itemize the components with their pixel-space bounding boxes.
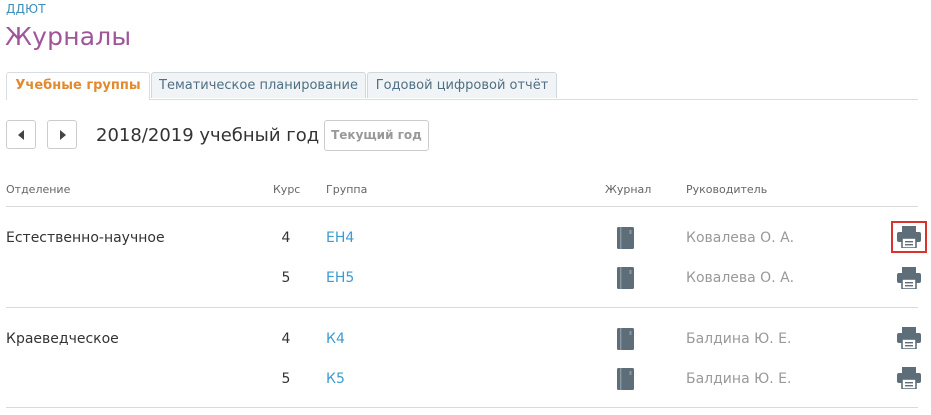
triangle-left-icon <box>18 130 24 140</box>
printer-icon[interactable] <box>895 264 923 292</box>
journal-book-icon[interactable] <box>617 227 634 249</box>
group-link[interactable]: ЕН5 <box>326 270 354 286</box>
journal-book-icon[interactable] <box>617 328 634 350</box>
previous-year-button[interactable] <box>6 120 36 149</box>
current-year-button[interactable]: Текущий год <box>324 120 429 151</box>
course-cell: 5 <box>281 270 291 286</box>
group-link[interactable]: К5 <box>326 371 345 387</box>
group-link[interactable]: К4 <box>326 331 345 347</box>
leader-name: Балдина Ю. Е. <box>686 371 792 387</box>
section-divider <box>6 407 918 408</box>
academic-year-label: 2018/2019 учебный год <box>96 125 320 146</box>
department-name: Краеведческое <box>6 331 119 347</box>
journal-book-icon[interactable] <box>617 368 634 390</box>
leader-name: Балдина Ю. Е. <box>686 331 792 347</box>
printer-icon[interactable] <box>895 364 923 392</box>
page-title: Журналы <box>5 22 132 51</box>
column-header-department: Отделение <box>6 183 71 196</box>
course-cell: 4 <box>281 230 291 246</box>
column-header-leader: Руководитель <box>686 183 768 196</box>
column-header-journal: Журнал <box>605 183 652 196</box>
group-link[interactable]: ЕН4 <box>326 230 354 246</box>
header-divider <box>6 206 918 207</box>
next-year-button[interactable] <box>47 120 77 149</box>
tab-study-groups[interactable]: Учебные группы <box>6 72 150 100</box>
triangle-right-icon <box>60 130 66 140</box>
tab-bar: Учебные группы Тематическое планирование… <box>6 72 918 100</box>
journal-book-icon[interactable] <box>617 267 634 289</box>
section-divider <box>6 307 918 308</box>
leader-name: Ковалева О. А. <box>686 270 795 286</box>
column-header-course: Курс <box>273 183 301 196</box>
printer-icon[interactable] <box>891 221 927 253</box>
column-header-group: Группа <box>326 183 368 196</box>
leader-name: Ковалева О. А. <box>686 230 795 246</box>
department-name: Естественно-научное <box>6 230 165 246</box>
course-cell: 5 <box>281 371 291 387</box>
tab-thematic-planning[interactable]: Тематическое планирование <box>151 72 366 98</box>
printer-icon[interactable] <box>895 324 923 352</box>
course-cell: 4 <box>281 331 291 347</box>
tab-annual-report[interactable]: Годовой цифровой отчёт <box>367 72 557 98</box>
breadcrumb[interactable]: ДДЮТ <box>6 2 46 16</box>
